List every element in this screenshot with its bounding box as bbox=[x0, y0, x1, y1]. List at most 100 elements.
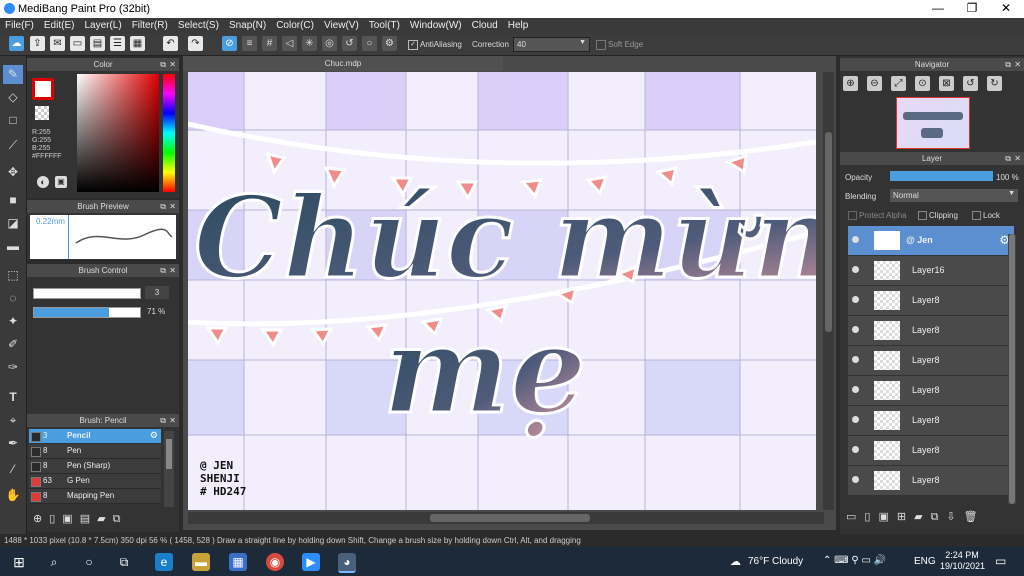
dot-tool-icon[interactable]: ⟋ bbox=[3, 136, 23, 155]
canvas-vertical-scrollbar[interactable] bbox=[823, 72, 834, 510]
close-icon[interactable]: ✕ bbox=[169, 414, 176, 427]
layer-row[interactable]: Layer8 bbox=[848, 316, 1014, 346]
navigator-thumbnail[interactable] bbox=[896, 97, 970, 149]
text-tool-icon[interactable]: T bbox=[3, 388, 23, 407]
undo-icon[interactable]: ↶ bbox=[163, 36, 178, 51]
hand-tool-icon[interactable]: ✋ bbox=[3, 486, 23, 505]
float-icon[interactable]: ⧉ bbox=[160, 414, 166, 427]
comment-icon[interactable]: ✉ bbox=[50, 36, 65, 51]
snap-curve-icon[interactable]: ↺ bbox=[342, 36, 357, 51]
lasso-tool-icon[interactable]: ◌ bbox=[3, 289, 23, 308]
cortana-icon[interactable]: ○ bbox=[80, 553, 98, 571]
new-icon[interactable]: ▭ bbox=[70, 36, 85, 51]
share-icon[interactable]: ⇪ bbox=[30, 36, 45, 51]
soft-edge-checkbox[interactable] bbox=[596, 40, 606, 50]
new-8bit-layer-icon[interactable]: ▣ bbox=[878, 511, 896, 523]
actual-size-icon[interactable]: ⊙ bbox=[915, 76, 930, 91]
add-layer-menu-icon[interactable]: ⊞ bbox=[897, 511, 914, 523]
move-tool-icon[interactable]: ✥ bbox=[3, 163, 23, 182]
shape-tool-icon[interactable]: □ bbox=[3, 111, 23, 130]
palette-icon[interactable]: ◐ bbox=[37, 176, 49, 188]
snap-ellipse-icon[interactable]: ○ bbox=[362, 36, 377, 51]
page-icon[interactable]: ▤ bbox=[90, 36, 105, 51]
windows-start-icon[interactable]: ⊞ bbox=[10, 553, 28, 571]
weather-text[interactable]: 76°F Cloudy bbox=[748, 556, 803, 567]
file-explorer-icon[interactable]: ▬ bbox=[192, 553, 210, 571]
layer-opacity-slider[interactable] bbox=[890, 171, 993, 181]
menu-view[interactable]: View(V) bbox=[319, 18, 364, 33]
duplicate-layer-icon[interactable]: ⧉ bbox=[931, 511, 947, 523]
brush-list-item[interactable]: 3 Pencil ⚙ bbox=[29, 429, 161, 443]
fit-screen-icon[interactable]: ⤢ bbox=[891, 76, 906, 91]
layer-row[interactable]: Layer8 bbox=[848, 376, 1014, 406]
menu-edit[interactable]: Edit(E) bbox=[39, 18, 80, 33]
protect-alpha-checkbox[interactable] bbox=[848, 211, 857, 220]
picker-tool-icon[interactable]: ⁄ bbox=[3, 460, 23, 479]
canvas-horizontal-scrollbar[interactable] bbox=[188, 512, 824, 524]
snap-radial-icon[interactable]: ✳ bbox=[302, 36, 317, 51]
merge-layer-icon[interactable]: ⇩ bbox=[946, 511, 963, 523]
new-layer-icon[interactable]: ▭ bbox=[846, 511, 864, 523]
search-icon[interactable]: ⌕ bbox=[45, 553, 63, 571]
list-icon[interactable]: ☰ bbox=[110, 36, 125, 51]
background-color-swatch[interactable] bbox=[35, 106, 49, 120]
visibility-eye-icon[interactable] bbox=[852, 386, 859, 393]
zoom-out-icon[interactable]: ⊖ bbox=[867, 76, 882, 91]
layer-row[interactable]: Layer8 bbox=[848, 286, 1014, 316]
visibility-eye-icon[interactable] bbox=[852, 476, 859, 483]
hue-slider[interactable] bbox=[163, 74, 175, 192]
layer-row[interactable]: Layer8 bbox=[848, 436, 1014, 466]
zoom-app-icon[interactable]: ▶ bbox=[302, 553, 320, 571]
flip-icon[interactable]: ⊠ bbox=[939, 76, 954, 91]
redo-icon[interactable]: ↷ bbox=[188, 36, 203, 51]
maximize-button[interactable]: ❐ bbox=[955, 0, 989, 18]
menu-window[interactable]: Window(W) bbox=[405, 18, 467, 33]
antialiasing-checkbox[interactable]: ✓ bbox=[408, 40, 418, 50]
brush-settings-icon[interactable]: ⚙ bbox=[150, 430, 158, 441]
document-tab[interactable]: Chuc.mdp bbox=[183, 56, 503, 71]
float-icon[interactable]: ⧉ bbox=[160, 264, 166, 277]
bucket-tool-icon[interactable]: ◪ bbox=[3, 214, 23, 233]
rotate-right-icon[interactable]: ↻ bbox=[987, 76, 1002, 91]
close-icon[interactable]: ✕ bbox=[169, 200, 176, 213]
menu-snap[interactable]: Snap(N) bbox=[224, 18, 271, 33]
chrome-icon[interactable]: ◉ bbox=[266, 553, 284, 571]
close-button[interactable]: ✕ bbox=[989, 0, 1023, 18]
color-history-icon[interactable]: ▣ bbox=[55, 176, 67, 188]
store-icon[interactable]: ▦ bbox=[229, 553, 247, 571]
visibility-eye-icon[interactable] bbox=[852, 266, 859, 273]
snap-perspective-icon[interactable]: ◁ bbox=[282, 36, 297, 51]
visibility-eye-icon[interactable] bbox=[852, 296, 859, 303]
clock[interactable]: 2:24 PM 19/10/2021 bbox=[940, 550, 985, 572]
layer-list-scrollbar[interactable] bbox=[1008, 234, 1016, 504]
visibility-eye-icon[interactable] bbox=[852, 446, 859, 453]
blending-select[interactable]: Normal ▼ bbox=[890, 189, 1018, 202]
float-icon[interactable]: ⧉ bbox=[160, 58, 166, 71]
grid-icon[interactable]: ▦ bbox=[130, 36, 145, 51]
notification-icon[interactable]: ▭ bbox=[995, 554, 1006, 568]
zoom-in-icon[interactable]: ⊕ bbox=[843, 76, 858, 91]
menu-filter[interactable]: Filter(R) bbox=[127, 18, 173, 33]
select-tool-icon[interactable]: ⬚ bbox=[3, 266, 23, 285]
menu-tool[interactable]: Tool(T) bbox=[364, 18, 405, 33]
close-icon[interactable]: ✕ bbox=[1014, 152, 1021, 165]
fill-tool-icon[interactable]: ■ bbox=[3, 191, 23, 210]
layer-row[interactable]: Layer8 bbox=[848, 406, 1014, 436]
brush-size-value[interactable]: 3 bbox=[145, 286, 169, 299]
brush-opacity-slider[interactable] bbox=[33, 307, 141, 318]
brush-list-item[interactable]: 8 Pen bbox=[29, 444, 161, 459]
brush-list-item[interactable]: 8 Pen (Sharp) bbox=[29, 459, 161, 474]
visibility-eye-icon[interactable] bbox=[852, 356, 859, 363]
menu-select[interactable]: Select(S) bbox=[173, 18, 224, 33]
cloud-icon[interactable]: ☁ bbox=[9, 36, 24, 51]
layer-row[interactable]: Layer8 bbox=[848, 466, 1014, 496]
menu-file[interactable]: File(F) bbox=[0, 18, 39, 33]
system-tray-icons[interactable]: ⌃ ⌨ ⚲ ▭ 🔊 bbox=[823, 555, 886, 566]
medibang-taskbar-icon[interactable]: ◕ bbox=[338, 553, 356, 573]
snap-settings-icon[interactable]: ⚙ bbox=[382, 36, 397, 51]
layer-row[interactable]: Layer16 bbox=[848, 256, 1014, 286]
menu-help[interactable]: Help bbox=[503, 18, 534, 33]
brush-menu-icon[interactable]: ▣ bbox=[62, 513, 79, 525]
lock-checkbox[interactable] bbox=[972, 211, 981, 220]
menu-color[interactable]: Color(C) bbox=[271, 18, 319, 33]
